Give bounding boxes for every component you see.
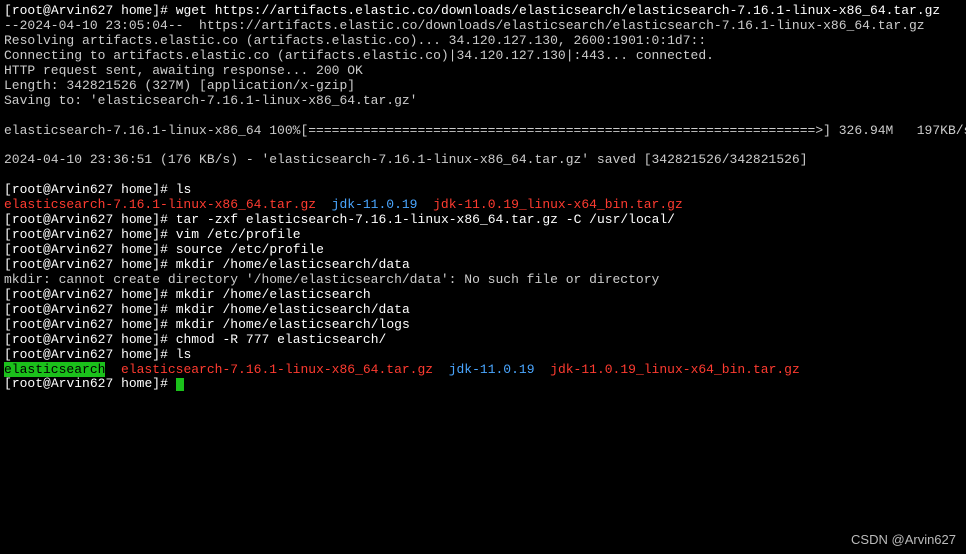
wget-output: Length: 342821526 (327M) [application/x-… [4, 79, 962, 94]
blank [4, 168, 962, 183]
wget-output: Saving to: 'elasticsearch-7.16.1-linux-x… [4, 94, 962, 109]
cursor-icon [176, 378, 184, 391]
prompt-line: [root@Arvin627 home]# tar -zxf elasticse… [4, 213, 962, 228]
blank [4, 109, 962, 124]
mkdir-error: mkdir: cannot create directory '/home/el… [4, 273, 962, 288]
watermark: CSDN @Arvin627 [851, 533, 956, 548]
wget-progress: elasticsearch-7.16.1-linux-x86_64 100%[=… [4, 124, 962, 139]
prompt-line: [root@Arvin627 home]# mkdir /home/elasti… [4, 318, 962, 333]
blank [4, 138, 962, 153]
ls-output: elasticsearch elasticsearch-7.16.1-linux… [4, 363, 962, 378]
prompt-line: [root@Arvin627 home]# source /etc/profil… [4, 243, 962, 258]
wget-output: HTTP request sent, awaiting response... … [4, 64, 962, 79]
wget-output: Resolving artifacts.elastic.co (artifact… [4, 34, 962, 49]
prompt-line: [root@Arvin627 home]# chmod -R 777 elast… [4, 333, 962, 348]
wget-output: Connecting to artifacts.elastic.co (arti… [4, 49, 962, 64]
prompt-line: [root@Arvin627 home]# vim /etc/profile [4, 228, 962, 243]
prompt-line: [root@Arvin627 home]# ls [4, 348, 962, 363]
prompt-line: [root@Arvin627 home]# wget https://artif… [4, 4, 962, 19]
wget-output: --2024-04-10 23:05:04-- https://artifact… [4, 19, 962, 34]
wget-done: 2024-04-10 23:36:51 (176 KB/s) - 'elasti… [4, 153, 962, 168]
prompt-line-current[interactable]: [root@Arvin627 home]# [4, 377, 962, 392]
prompt-line: [root@Arvin627 home]# mkdir /home/elasti… [4, 258, 962, 273]
terminal[interactable]: [root@Arvin627 home]# wget https://artif… [4, 4, 962, 392]
prompt-line: [root@Arvin627 home]# mkdir /home/elasti… [4, 303, 962, 318]
prompt-line: [root@Arvin627 home]# mkdir /home/elasti… [4, 288, 962, 303]
prompt-line: [root@Arvin627 home]# ls [4, 183, 962, 198]
ls-output: elasticsearch-7.16.1-linux-x86_64.tar.gz… [4, 198, 962, 213]
